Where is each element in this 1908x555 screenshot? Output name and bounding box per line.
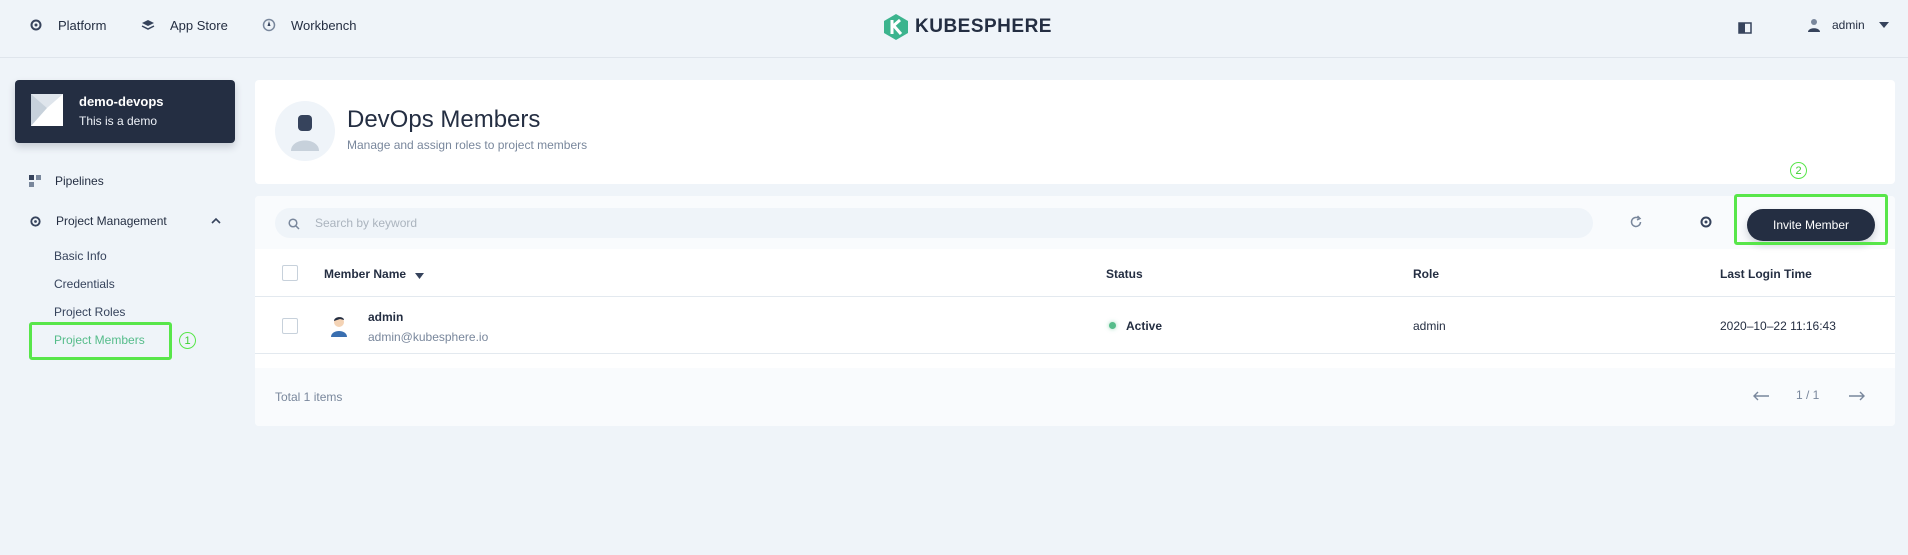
- user-icon: [291, 115, 319, 151]
- caret-down-icon: [1878, 22, 1889, 28]
- nav-app-store[interactable]: App Store: [140, 17, 228, 33]
- search-icon: [288, 217, 300, 235]
- kubesphere-logo[interactable]: KUBESPHERE: [883, 13, 1052, 41]
- member-avatar: [330, 315, 348, 342]
- sidebar-item-project-management[interactable]: Project Management: [29, 214, 221, 228]
- nav-platform-label: Platform: [58, 17, 107, 33]
- nav-workbench-label: Workbench: [291, 17, 357, 33]
- user-menu[interactable]: admin: [1808, 18, 1889, 32]
- search-input[interactable]: [275, 208, 1593, 238]
- table-header: Member Name Status Role Last Login Time: [255, 249, 1895, 297]
- column-status: Status: [1106, 267, 1143, 281]
- members-table-panel: Invite Member Member Name Status Role La…: [255, 196, 1895, 426]
- gear-icon: [29, 215, 42, 228]
- refresh-icon[interactable]: [1629, 215, 1643, 234]
- logo-text: KUBESPHERE: [915, 16, 1052, 37]
- workspace-logo: [31, 94, 63, 126]
- page-indicator: 1 / 1: [1796, 388, 1820, 402]
- member-role: admin: [1413, 319, 1446, 333]
- gear-icon: [28, 17, 44, 33]
- kubesphere-logo-icon: [884, 14, 908, 40]
- sidebar-item-label: Pipelines: [55, 174, 104, 188]
- member-status: Active: [1126, 319, 1163, 333]
- notebook-icon[interactable]: [1738, 21, 1752, 39]
- layers-icon: [140, 17, 156, 33]
- workspace-name: demo-devops: [79, 94, 164, 109]
- table-footer: Total 1 items 1 / 1: [255, 368, 1895, 426]
- page-header: DevOps Members Manage and assign roles t…: [255, 80, 1895, 184]
- sidebar-item-pipelines[interactable]: Pipelines: [29, 174, 104, 188]
- workspace-description: This is a demo: [79, 114, 158, 128]
- member-email: admin@kubesphere.io: [368, 330, 489, 344]
- user-name: admin: [1832, 18, 1865, 32]
- sidebar-sub-credentials[interactable]: Credentials: [54, 277, 115, 291]
- compass-icon: [261, 17, 277, 33]
- nav-app-store-label: App Store: [170, 17, 228, 33]
- sidebar-item-label: Project Management: [56, 214, 167, 228]
- arrow-left-icon[interactable]: [1752, 390, 1770, 404]
- nav-platform[interactable]: Platform: [28, 17, 106, 33]
- sidebar-sub-project-roles[interactable]: Project Roles: [54, 305, 125, 319]
- highlight-project-members: [29, 322, 172, 360]
- status-dot: [1109, 322, 1116, 329]
- column-last-login: Last Login Time: [1720, 267, 1812, 281]
- gear-icon[interactable]: [1699, 215, 1713, 234]
- select-all-checkbox[interactable]: [282, 265, 298, 281]
- top-navbar: Platform App Store Workbench KUBESPHERE …: [0, 0, 1908, 58]
- chevron-up-icon: [211, 217, 221, 224]
- page-description: Manage and assign roles to project membe…: [347, 138, 588, 152]
- arrow-right-icon[interactable]: [1848, 390, 1866, 404]
- column-label: Member Name: [324, 267, 407, 281]
- sidebar-sub-basic-info[interactable]: Basic Info: [54, 249, 107, 263]
- nav-workbench[interactable]: Workbench: [261, 17, 357, 33]
- total-items: Total 1 items: [275, 390, 343, 404]
- member-last-login: 2020–10–22 11:16:43: [1720, 319, 1836, 333]
- table-toolbar: Invite Member: [255, 196, 1895, 249]
- highlight-invite-member: [1734, 194, 1888, 245]
- table-row[interactable]: admin admin@kubesphere.io Active admin 2…: [255, 298, 1895, 354]
- column-role: Role: [1413, 267, 1440, 281]
- row-checkbox[interactable]: [282, 318, 298, 334]
- user-icon: [1808, 18, 1820, 32]
- members-avatar: [275, 101, 335, 161]
- member-name[interactable]: admin: [368, 310, 403, 324]
- page-title: DevOps Members: [347, 106, 541, 133]
- workspace-card[interactable]: demo-devops This is a demo: [15, 80, 235, 143]
- column-member-name[interactable]: Member Name: [324, 267, 425, 282]
- grid-icon: [29, 175, 41, 187]
- annotation-badge-2: 2: [1790, 162, 1807, 179]
- annotation-badge-1: 1: [179, 332, 196, 349]
- caret-down-icon: [415, 268, 425, 282]
